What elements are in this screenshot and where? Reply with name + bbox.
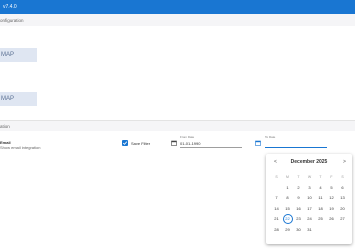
day-cell[interactable]: 3 xyxy=(304,183,315,194)
weekday-label: S xyxy=(275,175,278,179)
weekday-label: T xyxy=(319,175,322,179)
empty-day-cell xyxy=(315,225,326,236)
day-cell[interactable]: 22 xyxy=(282,214,293,225)
to-date-label: To Date xyxy=(265,135,276,139)
empty-day-cell xyxy=(337,225,348,236)
weekday-label: F xyxy=(330,175,333,179)
day-cell[interactable]: 8 xyxy=(282,193,293,204)
configuration-card: MAP MAP xyxy=(0,26,355,120)
day-cell[interactable]: 12 xyxy=(326,193,337,204)
from-date-input[interactable]: 01-01-1990 xyxy=(180,141,200,146)
day-cell[interactable]: 5 xyxy=(326,183,337,194)
save-filter-checkbox[interactable] xyxy=(122,140,128,146)
day-cell[interactable]: 18 xyxy=(315,204,326,215)
day-cell[interactable]: 21 xyxy=(271,214,282,225)
day-cell[interactable]: 10 xyxy=(304,193,315,204)
day-cell[interactable]: 17 xyxy=(304,204,315,215)
weekday-row: SMTWTFS xyxy=(271,172,348,183)
day-cell[interactable]: 1 xyxy=(282,183,293,194)
to-date-underline xyxy=(265,147,327,148)
day-cell[interactable]: 20 xyxy=(337,204,348,215)
day-cell[interactable]: 15 xyxy=(282,204,293,215)
empty-day-cell xyxy=(326,225,337,236)
day-cell[interactable]: 6 xyxy=(337,183,348,194)
weekday-label: S xyxy=(341,175,344,179)
day-cell[interactable]: 27 xyxy=(337,214,348,225)
calendar-grid: S M T W T F S 1 2 3 4 5 6 7 8 9 10 11 12 13 14 15 16 17 18 19 20 21… xyxy=(271,172,348,235)
next-month-button[interactable]: > xyxy=(343,158,346,166)
section-divider xyxy=(0,120,355,121)
weekday-label: W xyxy=(307,175,312,179)
weekday-label: M xyxy=(286,175,289,179)
week-row: 7 8 9 10 11 12 13 xyxy=(271,193,348,204)
integration-label: ation xyxy=(0,124,10,129)
weekday-label: T xyxy=(297,175,300,179)
week-row: 14 15 16 17 18 19 20 xyxy=(271,204,348,215)
day-cell[interactable]: 31 xyxy=(304,225,315,236)
map-button-1[interactable]: MAP xyxy=(0,48,37,62)
day-cell[interactable]: 2 xyxy=(293,183,304,194)
day-cell[interactable]: 7 xyxy=(271,193,282,204)
day-cell[interactable]: 14 xyxy=(271,204,282,215)
day-cell[interactable]: 16 xyxy=(293,204,304,215)
to-date-calendar-icon[interactable] xyxy=(255,140,261,146)
configuration-label: onfiguration xyxy=(0,18,24,23)
day-cell[interactable]: 25 xyxy=(315,214,326,225)
week-row: 21 22 23 24 25 26 27 xyxy=(271,214,348,225)
from-date-calendar-icon[interactable] xyxy=(171,140,177,146)
week-row: 123456 xyxy=(271,183,348,194)
day-cell[interactable]: 19 xyxy=(326,204,337,215)
day-cell[interactable]: 13 xyxy=(337,193,348,204)
from-date-label: From Date xyxy=(180,135,195,139)
week-row: 28 29 30 31 xyxy=(271,225,348,236)
day-cell[interactable]: 26 xyxy=(326,214,337,225)
day-cell[interactable]: 24 xyxy=(304,214,315,225)
save-filter-label: Save Filter xyxy=(131,141,151,146)
calendar-month-year[interactable]: December 2025 xyxy=(266,158,352,166)
app-header: v7.4.0 xyxy=(0,0,355,14)
empty-day-cell xyxy=(271,183,282,194)
day-cell[interactable]: 30 xyxy=(293,225,304,236)
day-cell[interactable]: 23 xyxy=(293,214,304,225)
day-cell[interactable]: 4 xyxy=(315,183,326,194)
day-cell[interactable]: 9 xyxy=(293,193,304,204)
map-button-2[interactable]: MAP xyxy=(0,92,37,106)
day-cell[interactable]: 28 xyxy=(271,225,282,236)
app-version: v7.4.0 xyxy=(3,4,17,10)
today-day[interactable]: 22 xyxy=(282,214,293,224)
from-date-underline xyxy=(180,147,242,148)
email-subtitle: Show email integration xyxy=(0,145,41,150)
day-cell[interactable]: 29 xyxy=(282,225,293,236)
day-cell[interactable]: 11 xyxy=(315,193,326,204)
date-picker-popup: < December 2025 > S M T W T F S 1 2 3 4 5 6 7 8 9 10 11 12… xyxy=(266,154,352,244)
